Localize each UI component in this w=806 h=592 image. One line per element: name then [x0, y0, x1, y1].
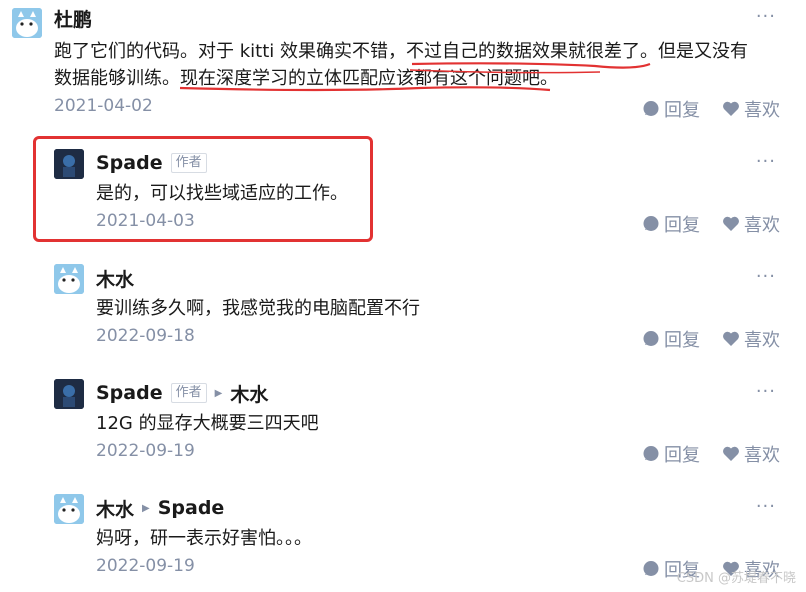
user-avatar[interactable]: [54, 494, 84, 524]
reply-label: 回复: [664, 215, 700, 236]
watermark: CSDN @苏堤春不晓: [676, 571, 796, 586]
author-badge: 作者: [170, 153, 207, 173]
reply-arrow-icon: ▶: [214, 387, 223, 399]
reply-button[interactable]: 回复: [642, 211, 700, 237]
heart-icon: [723, 446, 739, 461]
comment-date: 2022-09-19: [96, 556, 195, 576]
reply-icon: [643, 561, 659, 576]
author-name[interactable]: Spade: [96, 382, 163, 404]
reply-button[interactable]: 回复: [642, 326, 700, 352]
more-options-icon[interactable]: ···: [756, 381, 776, 402]
handwritten-underline: [179, 62, 651, 92]
reply-icon: [643, 216, 659, 231]
author-name[interactable]: 木水: [96, 495, 134, 522]
reply-label: 回复: [664, 445, 700, 466]
user-avatar[interactable]: [54, 149, 84, 179]
more-options-icon[interactable]: ···: [756, 151, 776, 172]
comment-date: 2022-09-19: [96, 441, 195, 461]
comment-content: 是的，可以找些域适应的工作。: [96, 180, 348, 207]
reply-to-name[interactable]: 木水: [230, 380, 268, 407]
comment-line: 12G 的显存大概要三四天吧: [96, 413, 319, 434]
author-badge: 作者: [170, 383, 207, 403]
reply-icon: [643, 331, 659, 346]
reply-icon: [643, 446, 659, 461]
like-label: 喜欢: [744, 445, 780, 466]
author-name[interactable]: 木水: [96, 265, 134, 292]
like-label: 喜欢: [744, 330, 780, 351]
heart-icon: [723, 331, 739, 346]
comment-actions: 回复 喜欢: [620, 211, 780, 237]
author-name[interactable]: Spade: [96, 152, 163, 174]
like-button[interactable]: 喜欢: [722, 441, 780, 467]
user-avatar[interactable]: [54, 379, 84, 409]
comment-date: 2021-04-03: [96, 211, 195, 231]
author-row: Spade 作者 ▶ 木水: [96, 380, 268, 406]
like-button[interactable]: 喜欢: [722, 326, 780, 352]
comment-content: 要训练多久啊，我感觉我的电脑配置不行: [96, 295, 420, 322]
comment-content: 12G 的显存大概要三四天吧: [96, 410, 319, 437]
reply-button[interactable]: 回复: [642, 441, 700, 467]
comment-content: 妈呀，研一表示好害怕。。。: [96, 525, 312, 552]
author-row: 木水: [96, 265, 134, 291]
reply-to-name[interactable]: Spade: [158, 497, 225, 519]
more-options-icon[interactable]: ···: [756, 266, 776, 287]
reply-label: 回复: [664, 330, 700, 351]
author-row: Spade 作者: [96, 150, 207, 176]
like-label: 喜欢: [744, 215, 780, 236]
comment-date: 2022-09-18: [96, 326, 195, 346]
more-options-icon[interactable]: ···: [756, 496, 776, 517]
user-avatar[interactable]: [54, 264, 84, 294]
author-row: 木水 ▶ Spade: [96, 495, 224, 521]
comment-actions: 回复 喜欢: [620, 326, 780, 352]
comment-line: 要训练多久啊，我感觉我的电脑配置不行: [96, 298, 420, 319]
comment-line: 妈呀，研一表示好害怕。。。: [96, 528, 312, 549]
reply-arrow-icon: ▶: [142, 502, 150, 514]
comment-actions: 回复 喜欢: [620, 441, 780, 467]
comment-line: 是的，可以找些域适应的工作。: [96, 183, 348, 204]
heart-icon: [723, 216, 739, 231]
like-button[interactable]: 喜欢: [722, 211, 780, 237]
